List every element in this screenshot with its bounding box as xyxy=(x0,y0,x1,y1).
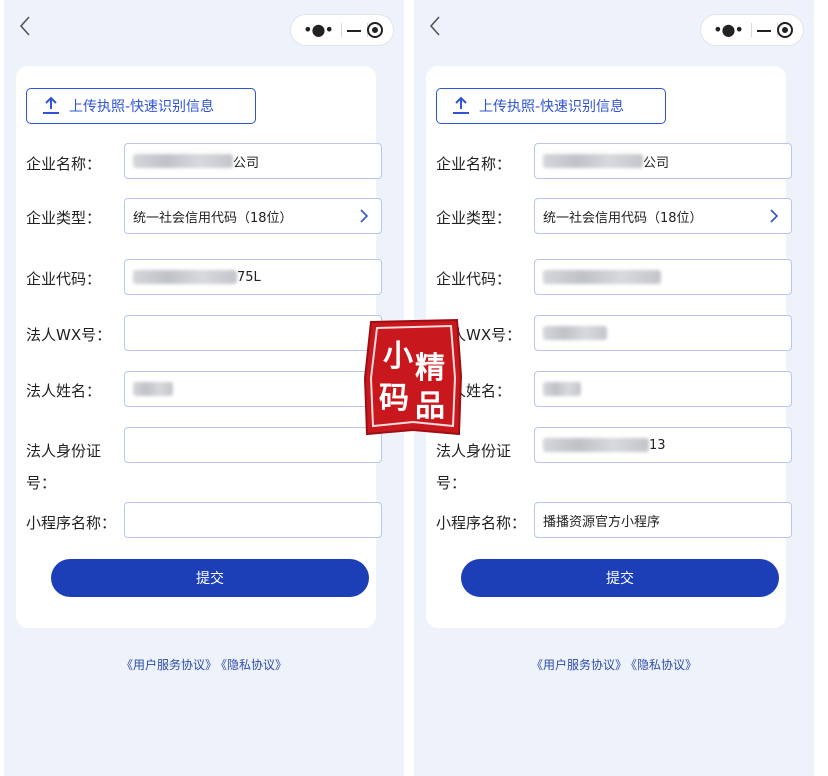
legal-id-label: 法人身份证 xyxy=(26,442,102,460)
miniprogram-name-label: 小程序名称： xyxy=(26,514,117,532)
company-name-label: 企业名称： xyxy=(436,155,512,173)
miniprogram-name-input[interactable]: 播播资源官方小程序 xyxy=(534,502,792,538)
redacted-text xyxy=(543,154,643,168)
chevron-left-icon[interactable] xyxy=(428,14,452,44)
submit-button[interactable]: 提交 xyxy=(461,559,779,597)
seal-char: 码 xyxy=(379,381,409,416)
company-code-input[interactable] xyxy=(534,259,792,295)
nav-bar: •●• xyxy=(414,0,814,62)
seal-char: 品 xyxy=(415,389,445,424)
company-code-input[interactable]: 75L xyxy=(124,259,382,295)
more-icon[interactable]: •●• xyxy=(301,21,335,39)
privacy-agreement-link[interactable]: 《隐私协议》 xyxy=(631,658,697,672)
company-name-input[interactable]: 公司 xyxy=(124,143,382,179)
legal-id-label: 法人身份证 xyxy=(436,442,512,460)
miniprogram-capsule: •●• xyxy=(700,14,804,46)
upload-label: 上传执照-快速识别信息 xyxy=(479,99,625,115)
company-type-value: 统一社会信用代码（18位） xyxy=(133,210,293,226)
close-target-icon[interactable] xyxy=(777,22,793,38)
miniprogram-capsule: •●• xyxy=(290,14,394,46)
seal-char: 精 xyxy=(415,351,445,386)
left-phone-screen: •●• 上传执照-快速识别信息 企业名称： 公司 企业类型： 统一社会信用代码（… xyxy=(4,0,404,776)
redacted-text xyxy=(543,270,661,284)
minimize-icon[interactable] xyxy=(757,30,771,32)
privacy-agreement-link[interactable]: 《隐私协议》 xyxy=(221,658,287,672)
legal-name-label: 法人姓名： xyxy=(26,382,102,400)
legal-name-input[interactable] xyxy=(124,371,382,407)
upload-icon xyxy=(41,88,67,124)
legal-id-label-cont: 号： xyxy=(436,474,467,492)
redacted-text xyxy=(543,382,581,396)
redacted-text xyxy=(133,154,233,168)
company-name-label: 企业名称： xyxy=(26,155,102,173)
company-code-label: 企业代码： xyxy=(26,270,102,288)
miniprogram-name-input[interactable] xyxy=(124,502,382,538)
legal-wx-input[interactable] xyxy=(534,315,792,351)
legal-wx-input[interactable] xyxy=(124,315,382,351)
more-icon[interactable]: •●• xyxy=(711,21,745,39)
chevron-right-icon xyxy=(770,209,779,223)
company-name-value: 公司 xyxy=(643,155,670,171)
company-type-select[interactable]: 统一社会信用代码（18位） xyxy=(534,198,792,234)
chevron-left-icon[interactable] xyxy=(18,14,42,44)
redacted-text xyxy=(133,382,173,396)
chevron-right-icon xyxy=(360,209,369,223)
company-name-value: 公司 xyxy=(233,155,260,171)
seal-char: 小 xyxy=(383,339,413,374)
company-name-input[interactable]: 公司 xyxy=(534,143,792,179)
company-type-label: 企业类型： xyxy=(436,209,512,227)
miniprogram-name-value: 播播资源官方小程序 xyxy=(543,514,661,530)
company-type-label: 企业类型： xyxy=(26,209,102,227)
legal-id-input[interactable] xyxy=(124,427,382,463)
company-code-value: 75L xyxy=(237,269,261,285)
minimize-icon[interactable] xyxy=(347,30,361,32)
legal-wx-label: 法人WX号： xyxy=(26,326,112,344)
legal-name-input[interactable] xyxy=(534,371,792,407)
legal-id-input[interactable]: 13 xyxy=(534,427,792,463)
miniprogram-name-label: 小程序名称： xyxy=(436,514,527,532)
legal-id-value: 13 xyxy=(649,437,666,453)
redacted-text xyxy=(133,270,237,284)
divider xyxy=(341,23,342,37)
upload-license-button[interactable]: 上传执照-快速识别信息 xyxy=(26,88,256,124)
upload-icon xyxy=(451,88,477,124)
close-target-icon[interactable] xyxy=(367,22,383,38)
upload-label: 上传执照-快速识别信息 xyxy=(69,99,215,115)
redacted-text xyxy=(543,326,607,340)
submit-button[interactable]: 提交 xyxy=(51,559,369,597)
nav-bar: •●• xyxy=(4,0,404,62)
user-agreement-link[interactable]: 《用户服务协议》 xyxy=(531,658,627,672)
user-agreement-link[interactable]: 《用户服务协议》 xyxy=(121,658,217,672)
company-code-label: 企业代码： xyxy=(436,270,512,288)
company-type-value: 统一社会信用代码（18位） xyxy=(543,210,703,226)
seal-watermark: 小 精 码 品 xyxy=(363,318,463,436)
form-card: 上传执照-快速识别信息 企业名称： 公司 企业类型： 统一社会信用代码（18位）… xyxy=(16,66,382,628)
divider xyxy=(751,23,752,37)
agreement-links: 《用户服务协议》 《隐私协议》 xyxy=(4,656,404,673)
legal-id-label-cont: 号： xyxy=(26,474,57,492)
upload-license-button[interactable]: 上传执照-快速识别信息 xyxy=(436,88,666,124)
agreement-links: 《用户服务协议》 《隐私协议》 xyxy=(414,656,814,673)
company-type-select[interactable]: 统一社会信用代码（18位） xyxy=(124,198,382,234)
redacted-text xyxy=(543,438,649,452)
right-phone-screen: •●• 上传执照-快速识别信息 企业名称： 公司 企业类型： 统一社会信用代码（… xyxy=(414,0,814,776)
form-card: 上传执照-快速识别信息 企业名称： 公司 企业类型： 统一社会信用代码（18位）… xyxy=(426,66,792,628)
